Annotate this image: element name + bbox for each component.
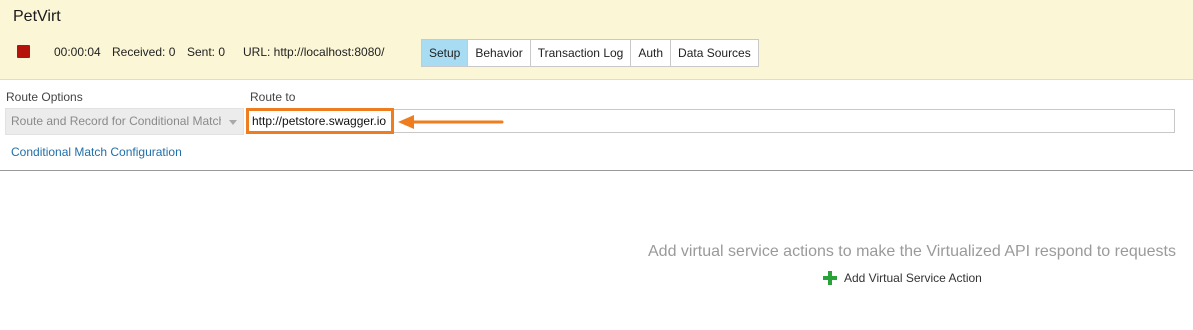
tab-data-sources[interactable]: Data Sources [670, 40, 758, 66]
route-options-selected-value: Route and Record for Conditional Match [11, 114, 221, 128]
route-options-select[interactable]: Route and Record for Conditional Match [5, 108, 244, 135]
tab-transaction-log[interactable]: Transaction Log [529, 40, 631, 66]
route-panel: Route Options Route to Route and Record … [0, 80, 1193, 171]
chevron-down-icon [229, 120, 237, 125]
service-url: URL: http://localhost:8080/ [243, 45, 385, 59]
conditional-match-config-link[interactable]: Conditional Match Configuration [11, 145, 182, 159]
empty-state-message: Add virtual service actions to make the … [648, 243, 1176, 260]
plus-icon [823, 271, 837, 285]
route-to-input[interactable] [247, 109, 1175, 133]
tab-bar: Setup Behavior Transaction Log Auth Data… [421, 39, 759, 67]
received-count: Received: 0 [112, 45, 176, 59]
app-title: PetVirt [13, 8, 61, 25]
elapsed-timer: 00:00:04 [54, 45, 101, 59]
app-header: PetVirt 00:00:04 Received: 0 Sent: 0 URL… [0, 0, 1193, 80]
add-action-label: Add Virtual Service Action [844, 271, 982, 285]
route-to-label: Route to [250, 90, 296, 104]
sent-count: Sent: 0 [187, 45, 226, 59]
tab-auth[interactable]: Auth [630, 40, 670, 66]
tab-setup[interactable]: Setup [422, 40, 468, 66]
tab-behavior[interactable]: Behavior [467, 40, 529, 66]
stop-button[interactable] [17, 45, 30, 58]
route-options-label: Route Options [6, 90, 83, 104]
add-virtual-service-action-button[interactable]: Add Virtual Service Action [823, 270, 982, 286]
